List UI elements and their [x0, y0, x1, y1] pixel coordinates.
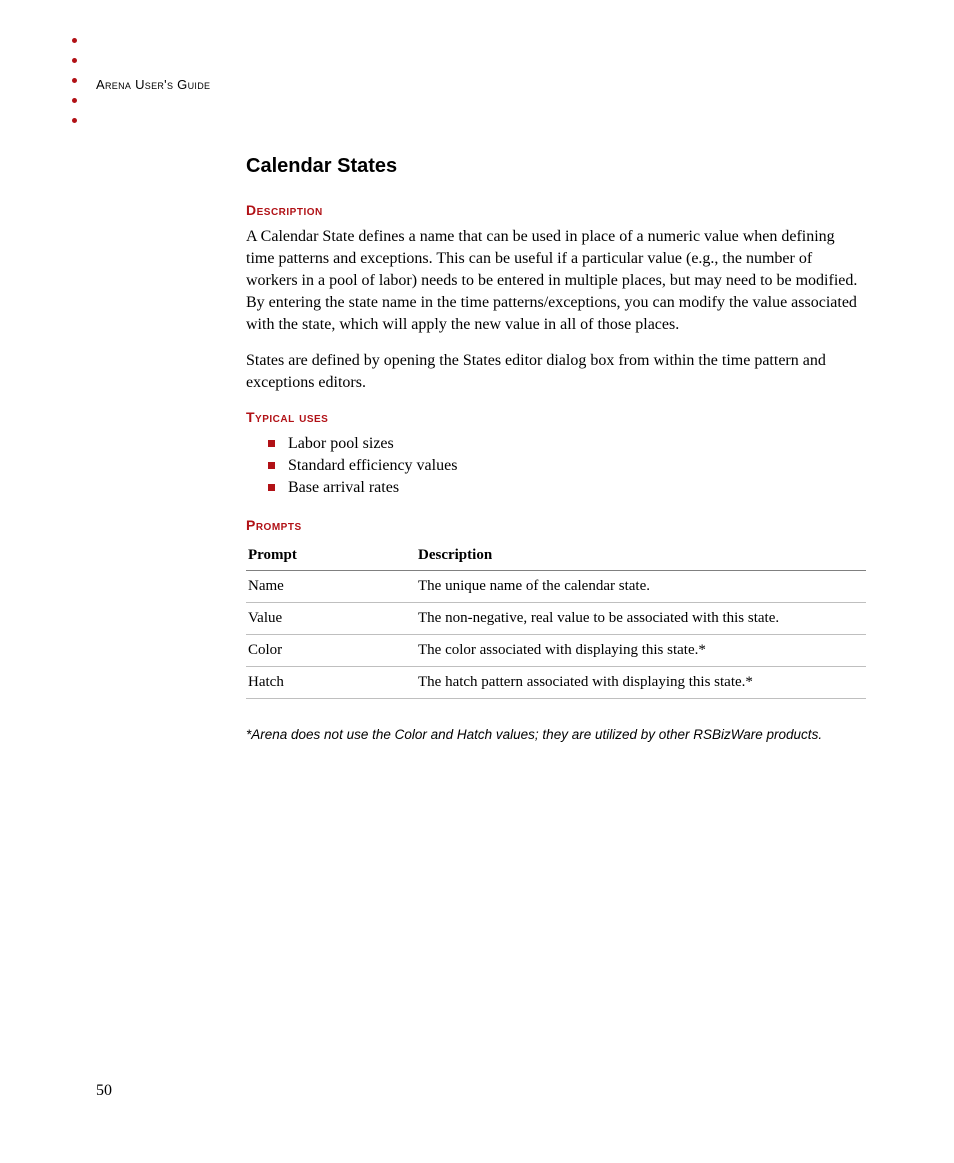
- column-header-prompt: Prompt: [246, 541, 416, 571]
- decorative-dot: [72, 58, 77, 63]
- description-paragraph-1: A Calendar State defines a name that can…: [246, 226, 866, 336]
- running-header: Arena User's Guide: [96, 77, 210, 92]
- cell-prompt: Color: [246, 634, 416, 666]
- section-title: Calendar States: [246, 155, 866, 178]
- list-item-text: Labor pool sizes: [288, 435, 394, 452]
- decorative-dot: [72, 38, 77, 43]
- table-header-row: Prompt Description: [246, 541, 866, 571]
- cell-prompt: Hatch: [246, 666, 416, 698]
- typical-uses-heading: Typical uses: [246, 409, 866, 425]
- main-content: Calendar States Description A Calendar S…: [246, 155, 866, 742]
- description-heading: Description: [246, 202, 866, 218]
- table-row: Color The color associated with displayi…: [246, 634, 866, 666]
- list-item: Labor pool sizes: [268, 433, 866, 455]
- running-header-text: Arena User's Guide: [96, 77, 210, 92]
- cell-description: The non-negative, real value to be assoc…: [416, 602, 866, 634]
- cell-description: The unique name of the calendar state.: [416, 570, 866, 602]
- list-item-text: Base arrival rates: [288, 479, 399, 496]
- decorative-dot: [72, 98, 77, 103]
- typical-uses-list: Labor pool sizes Standard efficiency val…: [246, 433, 866, 499]
- table-row: Value The non-negative, real value to be…: [246, 602, 866, 634]
- decorative-dot: [72, 118, 77, 123]
- cell-description: The hatch pattern associated with displa…: [416, 666, 866, 698]
- description-paragraph-2: States are defined by opening the States…: [246, 350, 866, 394]
- page-number: 50: [96, 1082, 112, 1100]
- prompts-heading: Prompts: [246, 517, 866, 533]
- cell-prompt: Name: [246, 570, 416, 602]
- list-item: Standard efficiency values: [268, 455, 866, 477]
- prompts-table: Prompt Description Name The unique name …: [246, 541, 866, 699]
- decorative-dot: [72, 78, 77, 83]
- table-row: Name The unique name of the calendar sta…: [246, 570, 866, 602]
- table-footnote: *Arena does not use the Color and Hatch …: [246, 727, 866, 742]
- cell-prompt: Value: [246, 602, 416, 634]
- list-item-text: Standard efficiency values: [288, 457, 457, 474]
- list-item: Base arrival rates: [268, 477, 866, 499]
- margin-bullet-decoration: [72, 38, 77, 138]
- cell-description: The color associated with displaying thi…: [416, 634, 866, 666]
- document-page: Arena User's Guide Calendar States Descr…: [0, 0, 954, 1163]
- column-header-description: Description: [416, 541, 866, 571]
- table-row: Hatch The hatch pattern associated with …: [246, 666, 866, 698]
